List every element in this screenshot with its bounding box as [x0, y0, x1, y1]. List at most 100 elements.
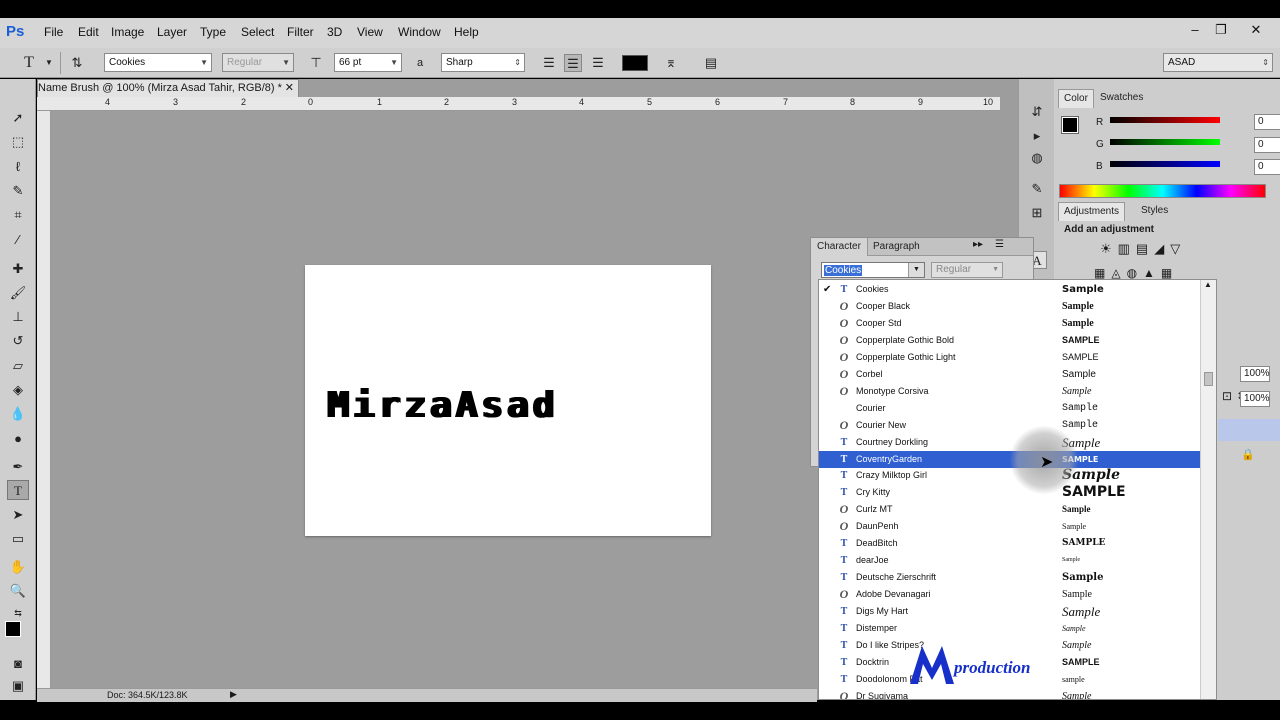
menu-window[interactable]: Window	[398, 25, 441, 39]
font-size-select[interactable]: 66 pt ▼	[334, 53, 402, 72]
canvas-text-layer[interactable]: MirzaAsad	[327, 385, 697, 426]
warp-text-icon[interactable]: ⌆	[662, 54, 680, 72]
font-list-item[interactable]: T Distemper Sample	[819, 620, 1201, 637]
foreground-color-swatch[interactable]	[5, 621, 21, 637]
font-list-item[interactable]: O Adobe Devanagari Sample	[819, 586, 1201, 603]
paint-bucket-tool-icon[interactable]: ◈	[7, 380, 29, 400]
channel-g-value[interactable]: 0	[1254, 137, 1280, 153]
close-document-icon[interactable]: ✕	[285, 80, 294, 96]
scroll-thumb[interactable]	[1204, 372, 1213, 386]
history-panel-icon[interactable]: ⇵	[1027, 103, 1047, 121]
healing-brush-tool-icon[interactable]: ✚	[7, 259, 29, 279]
tab-color[interactable]: Color	[1058, 89, 1094, 108]
minimize-button[interactable]: –	[1183, 22, 1207, 42]
toggle-orientation-icon[interactable]: ⇅	[68, 54, 86, 72]
marquee-tool-icon[interactable]: ⬚	[7, 132, 29, 152]
collapse-panel-icon[interactable]: ▸▸	[973, 239, 983, 250]
quick-select-tool-icon[interactable]: ✎	[7, 181, 29, 201]
font-list-scrollbar[interactable]: ▲	[1200, 280, 1216, 699]
swatches-dock-icon[interactable]: ◍	[1027, 149, 1047, 167]
menu-filter[interactable]: Filter	[287, 25, 314, 39]
workspace-select[interactable]: ASAD ⇕	[1163, 53, 1273, 72]
menu-select[interactable]: Select	[241, 25, 274, 39]
scroll-up-icon[interactable]: ▲	[1204, 280, 1212, 289]
antialias-select[interactable]: Sharp ⇕	[441, 53, 525, 72]
font-list-item[interactable]: T DeadBitch SAMPLE	[819, 535, 1201, 552]
layers-fill-value[interactable]: 100%	[1240, 391, 1270, 407]
layer-row-selected[interactable]	[1218, 419, 1280, 441]
menu-3d[interactable]: 3D	[327, 25, 342, 39]
tab-adjustments[interactable]: Adjustments	[1058, 202, 1126, 221]
character-style-input[interactable]: Regular ▼	[931, 262, 1003, 278]
swap-colors-icon[interactable]: ⇆	[7, 603, 29, 623]
brush-panel-icon[interactable]: ✎	[1027, 180, 1047, 198]
rectangle-tool-icon[interactable]: ▭	[7, 529, 29, 549]
preset-dropdown-icon[interactable]: ▼	[40, 54, 58, 72]
brush-tool-icon[interactable]: 🖌	[7, 283, 29, 303]
hand-tool-icon[interactable]: ✋	[7, 557, 29, 577]
clone-source-icon[interactable]: ⊞	[1027, 204, 1047, 222]
quick-mask-icon[interactable]: ◙	[7, 654, 29, 674]
align-left-icon[interactable]: ☰	[540, 54, 558, 72]
align-right-icon[interactable]: ☰	[589, 54, 607, 72]
history-brush-tool-icon[interactable]: ↺	[7, 331, 29, 351]
font-list-item[interactable]: T Digs My Hart Sample	[819, 603, 1201, 620]
tab-styles[interactable]: Styles	[1136, 202, 1173, 220]
lasso-tool-icon[interactable]: ℓ	[7, 157, 29, 177]
type-tool-icon[interactable]: T	[7, 480, 29, 500]
font-list-item[interactable]: TdearJoe Sample	[819, 552, 1201, 569]
tab-paragraph[interactable]: Paragraph	[867, 238, 926, 256]
status-menu-arrow-icon[interactable]: ▶	[230, 689, 237, 700]
font-list-item[interactable]: O Cooper Black Sample	[819, 298, 1201, 315]
screen-mode-icon[interactable]: ▣	[7, 676, 29, 696]
chevron-down-icon[interactable]: ▼	[908, 263, 924, 277]
channel-b-slider[interactable]	[1110, 161, 1220, 167]
menu-edit[interactable]: Edit	[78, 25, 99, 39]
channel-g-slider[interactable]	[1110, 139, 1220, 145]
stamp-tool-icon[interactable]: ⊥	[7, 307, 29, 327]
layers-opacity-value[interactable]: 100%	[1240, 366, 1270, 382]
menu-view[interactable]: View	[357, 25, 383, 39]
font-list-item[interactable]: O Monotype Corsiva Sample	[819, 383, 1201, 400]
font-list-item[interactable]: O Corbel Sample	[819, 366, 1201, 383]
adjustment-icons-row-2[interactable]: ▦◬◍▲▦	[1094, 266, 1178, 280]
panel-menu-icon[interactable]: ☰	[995, 239, 1004, 250]
crop-tool-icon[interactable]: ⌗	[7, 205, 29, 225]
tab-swatches[interactable]: Swatches	[1095, 89, 1148, 107]
font-list-item[interactable]: ✔ T Cookies Sample	[819, 281, 1201, 298]
character-panel-toggle-icon[interactable]: ▤	[702, 54, 720, 72]
menu-file[interactable]: File	[44, 25, 63, 39]
font-list-item[interactable]: O Curlz MT Sample	[819, 501, 1201, 518]
font-list-item[interactable]: O DaunPenh Sample	[819, 518, 1201, 535]
document-tab[interactable]: Name Brush @ 100% (Mirza Asad Tahir, RGB…	[37, 79, 299, 97]
blur-tool-icon[interactable]: 💧	[7, 404, 29, 424]
dodge-tool-icon[interactable]: ●	[7, 429, 29, 449]
restore-button[interactable]: ❐	[1209, 22, 1233, 42]
menu-help[interactable]: Help	[454, 25, 479, 39]
font-list-item[interactable]: T Crazy Milktop Girl Sample	[819, 467, 1201, 484]
path-select-tool-icon[interactable]: ➤	[7, 505, 29, 525]
color-spectrum-bar[interactable]	[1059, 184, 1266, 198]
character-font-input[interactable]: Cookies ▼	[821, 262, 925, 278]
channel-r-value[interactable]: 0	[1254, 114, 1280, 130]
move-tool-icon[interactable]: ➚	[7, 108, 29, 128]
eraser-tool-icon[interactable]: ▱	[7, 356, 29, 376]
font-list-item[interactable]: O Dr Sugiyama Sample	[819, 688, 1201, 699]
font-list-item[interactable]: Courier Sample	[819, 400, 1201, 417]
font-list-item[interactable]: T Deutsche Zierschrift Sample	[819, 569, 1201, 586]
font-list-item[interactable]: O Courier New Sample	[819, 417, 1201, 434]
document-canvas[interactable]: MirzaAsad	[305, 265, 711, 536]
menu-image[interactable]: Image	[111, 25, 144, 39]
text-color-swatch[interactable]	[622, 55, 648, 71]
menu-type[interactable]: Type	[200, 25, 226, 39]
actions-panel-icon[interactable]: ▸	[1027, 127, 1047, 145]
pen-tool-icon[interactable]: ✒	[7, 457, 29, 477]
type-tool-preset-icon[interactable]: T	[20, 54, 38, 72]
color-foreground-swatch[interactable]	[1061, 116, 1079, 134]
font-list-item[interactable]: T Courtney Dorkling Sample	[819, 434, 1201, 451]
eyedropper-tool-icon[interactable]: ⁄	[7, 230, 29, 250]
font-family-select[interactable]: Cookies ▼	[104, 53, 212, 72]
font-style-select[interactable]: Regular ▼	[222, 53, 294, 72]
zoom-tool-icon[interactable]: 🔍	[7, 581, 29, 601]
font-list-item[interactable]: O Copperplate Gothic Bold SAMPLE	[819, 332, 1201, 349]
